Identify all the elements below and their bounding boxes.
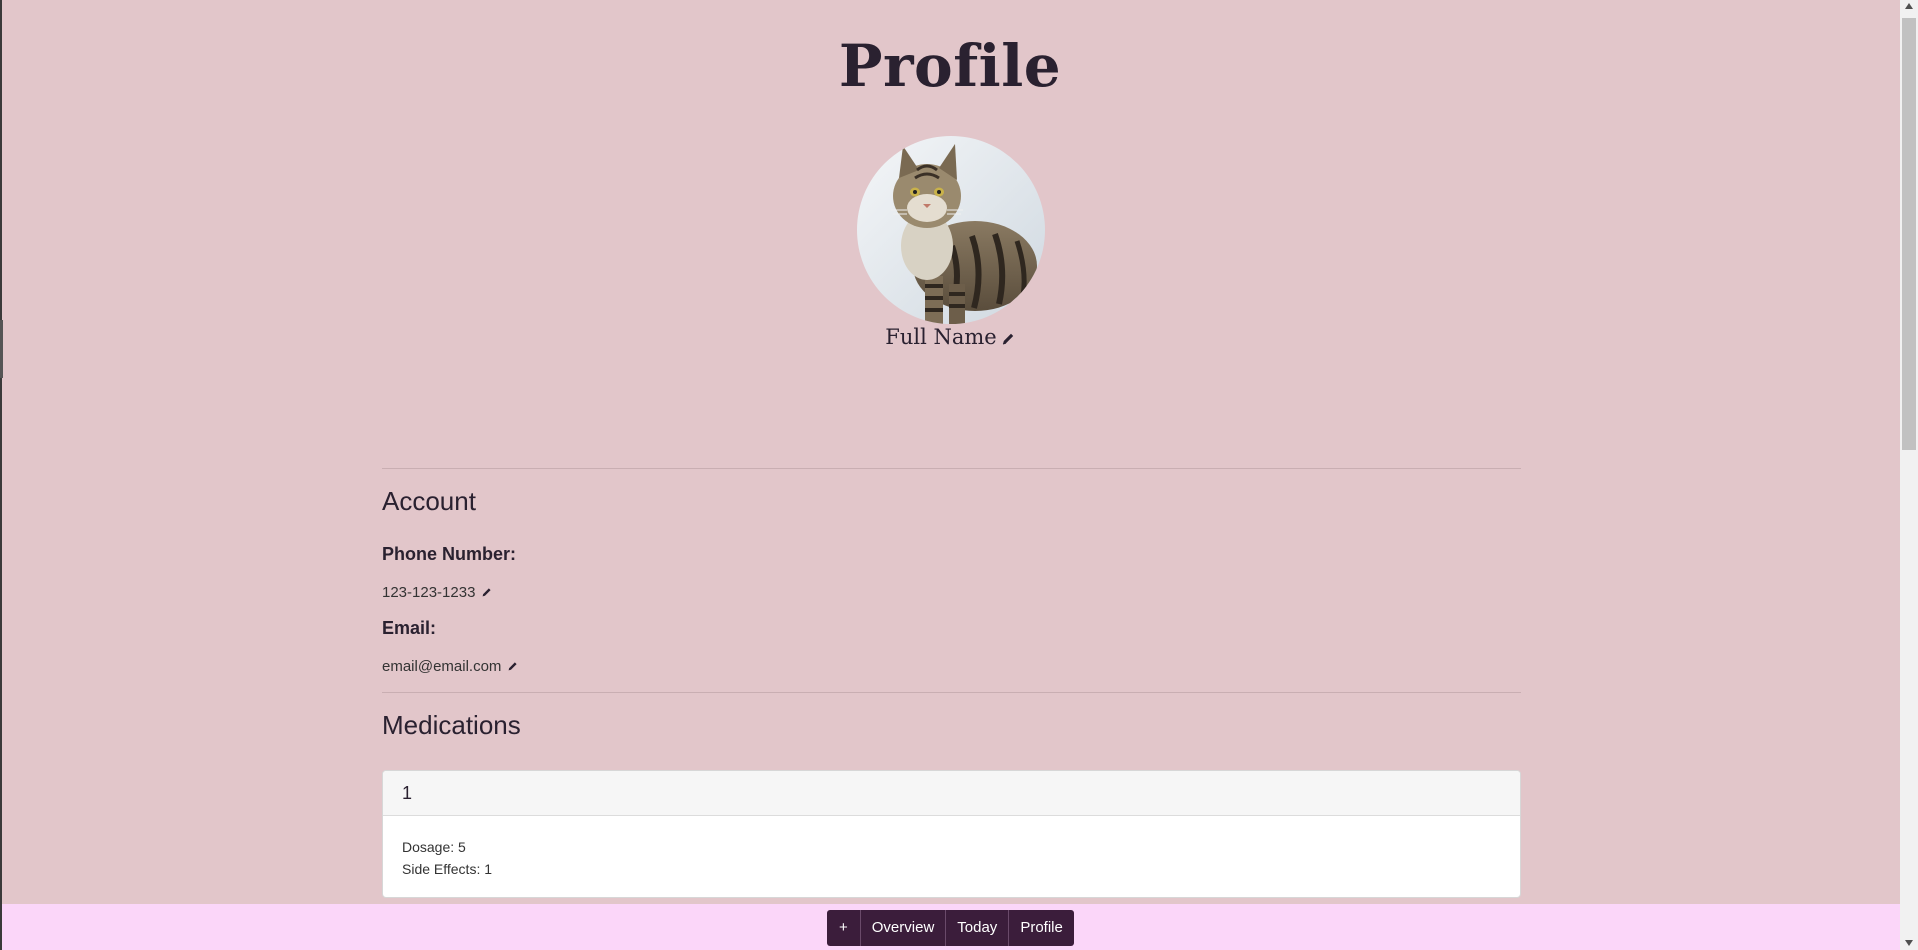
profile-button[interactable]: Profile — [1009, 910, 1074, 946]
phone-value-row: 123-123-1233 — [382, 584, 492, 602]
email-label: Email: — [382, 618, 437, 638]
medication-dosage: Dosage: 5 — [402, 839, 466, 855]
full-name: Full Name — [885, 325, 997, 349]
phone-value: 123-123-1233 — [382, 584, 476, 601]
edit-phone-pencil-icon[interactable] — [481, 585, 492, 602]
medications-heading: Medications — [382, 710, 521, 740]
bottom-nav-group: + Overview Today Profile — [827, 910, 1074, 946]
scroll-thumb[interactable] — [1902, 18, 1916, 450]
medication-side-effects: Side Effects: 1 — [402, 861, 493, 877]
edit-name-pencil-icon[interactable] — [1001, 327, 1015, 351]
today-button[interactable]: Today — [946, 910, 1010, 946]
cat-photo-icon — [857, 136, 1045, 324]
vertical-scrollbar[interactable] — [1900, 0, 1918, 950]
page-title: Profile — [838, 32, 1062, 100]
email-value-row: email@email.com — [382, 658, 518, 676]
account-heading: Account — [382, 486, 476, 516]
medication-card-body: Dosage: 5 Side Effects: 1 — [383, 816, 1520, 880]
divider — [382, 468, 1521, 469]
overview-button[interactable]: Overview — [861, 910, 947, 946]
medication-card[interactable]: 1 Dosage: 5 Side Effects: 1 — [382, 770, 1521, 898]
full-name-row: Full Name — [0, 325, 1900, 351]
phone-label: Phone Number: — [382, 544, 517, 564]
edit-email-pencil-icon[interactable] — [507, 659, 518, 676]
medication-card-title: 1 — [383, 771, 1520, 816]
scroll-down-arrow-icon[interactable] — [1905, 940, 1913, 946]
scroll-up-arrow-icon[interactable] — [1905, 3, 1913, 9]
email-value: email@email.com — [382, 658, 502, 675]
divider — [382, 692, 1521, 693]
avatar[interactable] — [857, 136, 1045, 324]
profile-page: Profile Full Name Account Phone Number: … — [0, 0, 1900, 950]
add-button[interactable]: + — [827, 910, 861, 946]
